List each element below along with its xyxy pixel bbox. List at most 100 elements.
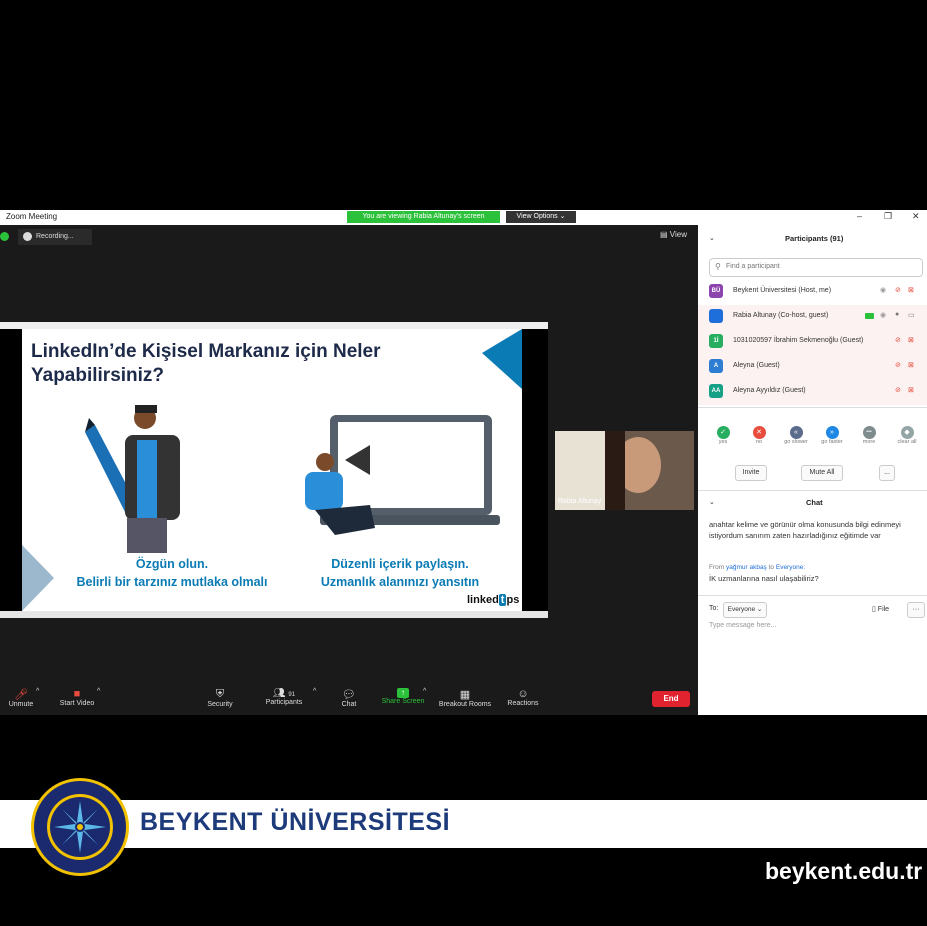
mic-muted-icon: ⊘ <box>895 287 901 294</box>
slide-caption-right-1: Düzenli içerik paylaşın. <box>331 557 469 571</box>
chat-input[interactable]: Type message here... <box>709 622 776 629</box>
video-off-icon: ⊠ <box>908 362 914 369</box>
participant-name: Aleyna (Guest) <box>733 362 780 369</box>
reaction-yes[interactable]: ✓ yes <box>710 426 736 445</box>
eye-icon: ◉ <box>880 312 887 319</box>
view-options-button[interactable]: View Options ⌄ <box>506 211 576 223</box>
shield-icon: ⛨ <box>215 688 225 700</box>
university-name: BEYKENT ÜNİVERSİTESİ <box>140 808 451 836</box>
grid-icon: ▤ <box>660 230 670 239</box>
shield-check-icon <box>0 232 9 241</box>
more-icon: ••• <box>862 426 876 439</box>
x-icon: ✕ <box>752 426 766 439</box>
viewing-banner: You are viewing Rabia Altunay's screen <box>347 211 500 223</box>
reaction-go-slower[interactable]: « go slower <box>783 426 809 445</box>
reaction-more[interactable]: ••• more <box>856 426 882 445</box>
slide-caption-right-2: Uzmanlık alanınızı yansıtın <box>320 575 480 589</box>
unmute-options-caret[interactable]: ^ <box>36 688 39 695</box>
avatar: BÜ <box>709 284 723 298</box>
participants-button[interactable]: 👥︎ 91 Participants <box>261 688 307 706</box>
chat-icon: 💬︎ <box>342 689 356 701</box>
share-options-caret[interactable]: ^ <box>423 688 426 695</box>
slide-margin-right <box>522 329 548 611</box>
avatar <box>709 309 723 323</box>
participant-name: Rabia Altunay (Co-host, guest) <box>733 312 829 319</box>
mic-muted-icon: ⊘ <box>895 362 901 369</box>
participant-name: Beykent Üniversitesi (Host, me) <box>733 287 832 294</box>
chat-more-button[interactable]: ··· <box>907 602 925 618</box>
slide-title: LinkedIn’de Kişisel Markanız için Neler … <box>31 341 381 386</box>
avatar: 1İ <box>709 334 723 348</box>
file-button[interactable]: ▯ File <box>872 605 889 613</box>
search-placeholder: Find a participant <box>726 263 780 270</box>
slide-corner-decoration <box>482 329 522 389</box>
mic-icon: ● <box>895 311 900 318</box>
university-seal-logo <box>31 778 129 876</box>
window-title: Zoom Meeting <box>6 212 58 221</box>
recording-indicator[interactable]: Recording... <box>18 229 92 245</box>
unmute-button[interactable]: 🎤︎ Unmute <box>4 688 38 708</box>
avatar: AA <box>709 384 723 398</box>
fast-forward-icon: » <box>825 426 839 439</box>
mic-muted-icon: 🎤︎ <box>14 689 28 701</box>
start-video-button[interactable]: ■ Start Video <box>56 688 98 707</box>
slide-caption-left-1: Özgün olun. <box>135 557 209 571</box>
breakout-grid-icon: ▦ <box>459 689 471 701</box>
participant-row[interactable]: BÜ Beykent Üniversitesi (Host, me) ◉ ⊘ ⊠ <box>698 280 927 305</box>
reaction-clear-all[interactable]: ◆ clear all <box>894 426 920 445</box>
slide-status-bar <box>0 611 548 618</box>
find-participant-input[interactable]: ⚲ Find a participant <box>709 258 923 277</box>
reactions-button[interactable]: ☺ Reactions <box>505 688 541 707</box>
share-screen-button[interactable]: ↑ Share Screen <box>380 688 426 705</box>
collapse-participants-icon[interactable]: ⌄ <box>709 234 715 242</box>
check-icon: ✓ <box>716 426 730 439</box>
participants-count: 91 <box>288 692 296 698</box>
eraser-icon: ◆ <box>900 426 914 439</box>
breakout-rooms-button[interactable]: ▦ Breakout Rooms <box>436 688 494 708</box>
participant-row[interactable]: 1İ 1031020597 İbrahim Sekmenoğlu (Guest)… <box>698 330 927 355</box>
video-options-caret[interactable]: ^ <box>97 688 100 695</box>
maximize-button[interactable]: ❐ <box>884 211 892 222</box>
more-options-button[interactable]: ... <box>879 465 895 481</box>
participant-row[interactable]: Rabia Altunay (Co-host, guest) ◉ ● ▭ <box>698 305 927 330</box>
mute-all-button[interactable]: Mute All <box>801 465 843 481</box>
eye-icon: ◉ <box>880 287 887 294</box>
reaction-no[interactable]: ✕ no <box>746 426 772 445</box>
university-url[interactable]: beykent.edu.tr <box>765 858 922 885</box>
participant-name: Aleyna Ayyıldız (Guest) <box>733 387 806 394</box>
mic-muted-icon: ⊘ <box>895 337 901 344</box>
man-with-pencil-illustration <box>85 405 180 553</box>
slide-brand-logo: linked t ps <box>467 594 520 606</box>
view-button[interactable]: ▤ View <box>660 230 687 239</box>
avatar: A <box>709 359 723 373</box>
chat-title: Chat <box>806 498 823 507</box>
participant-name: 1031020597 İbrahim Sekmenoğlu (Guest) <box>733 337 864 344</box>
participants-options-caret[interactable]: ^ <box>313 688 316 695</box>
video-off-icon: ⊠ <box>908 337 914 344</box>
invite-button[interactable]: Invite <box>735 465 767 481</box>
minimize-button[interactable]: – <box>857 211 862 221</box>
recording-icon <box>23 231 32 241</box>
close-button[interactable]: ✕ <box>912 211 920 222</box>
participant-row[interactable]: AA Aleyna Ayyıldız (Guest) ⊘ ⊠ <box>698 380 927 405</box>
reaction-go-faster[interactable]: » go faster <box>819 426 845 445</box>
security-button[interactable]: ⛨ Security <box>203 688 237 708</box>
laptop-megaphone-illustration <box>305 415 500 535</box>
divider <box>698 595 927 596</box>
chat-message: anahtar kelime ve görünür olma konusunda… <box>709 520 901 540</box>
smiley-icon: ☺ <box>517 688 529 700</box>
end-meeting-button[interactable]: End <box>652 691 690 707</box>
sharing-icon <box>865 313 874 319</box>
slide-caption-left-2: Belirli bir tarzınız mutlaka olmalı <box>76 575 268 589</box>
participants-icon: 👥︎ <box>272 688 286 699</box>
mic-muted-icon: ⊘ <box>895 387 901 394</box>
divider <box>698 407 927 408</box>
collapse-chat-icon[interactable]: ⌄ <box>709 498 715 506</box>
video-off-icon: ⊠ <box>908 387 914 394</box>
participant-video[interactable]: Rabia Altunay <box>555 431 694 510</box>
recipient-dropdown[interactable]: Everyone ⌄ <box>723 602 767 618</box>
chat-button[interactable]: 💬︎ Chat <box>335 688 363 708</box>
participant-row[interactable]: A Aleyna (Guest) ⊘ ⊠ <box>698 355 927 380</box>
video-icon: ▭ <box>908 312 915 319</box>
video-off-icon: ⊠ <box>908 287 914 294</box>
